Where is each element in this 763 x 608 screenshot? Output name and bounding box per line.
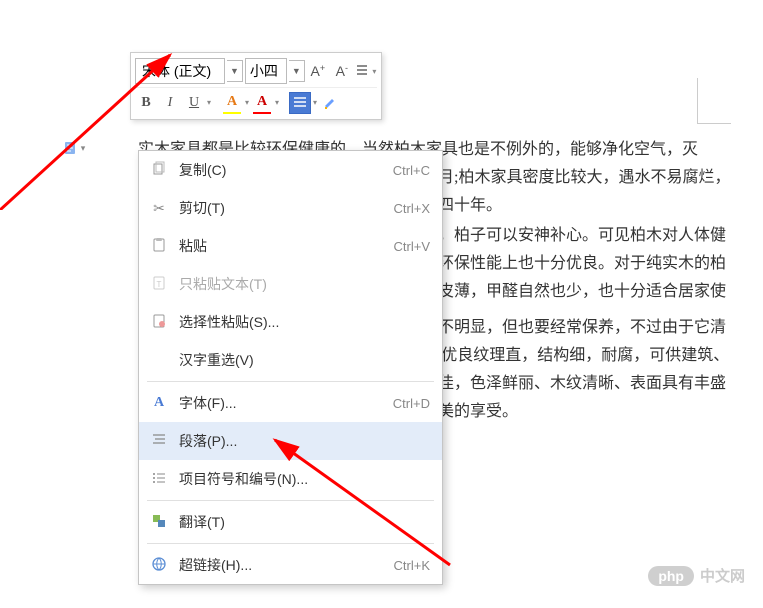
paste-special-icon xyxy=(151,313,167,332)
svg-text:T: T xyxy=(157,280,162,289)
line-spacing-button[interactable]: ▾ xyxy=(355,60,377,82)
doc-text: 皮薄，甲醛自然也少，也十分适合居家使 xyxy=(438,283,726,300)
doc-text: 四十年。 xyxy=(438,197,502,214)
paragraph-icon xyxy=(151,432,167,451)
menu-paste-special[interactable]: 选择性粘贴(S)... xyxy=(139,303,442,341)
copy-icon xyxy=(151,161,167,180)
cut-icon: ✂ xyxy=(153,200,165,217)
menu-label: 剪切(T) xyxy=(179,198,394,218)
menu-shortcut: Ctrl+C xyxy=(393,163,430,178)
bold-button[interactable]: B xyxy=(135,92,157,114)
menu-cut[interactable]: ✂ 剪切(T) Ctrl+X xyxy=(139,189,442,227)
menu-separator xyxy=(147,381,434,382)
doc-text: 不明显，但也要经常保养，不过由于它清 xyxy=(438,319,726,336)
context-menu: 复制(C) Ctrl+C ✂ 剪切(T) Ctrl+X 粘贴 Ctrl+V T … xyxy=(138,150,443,585)
watermark: php 中文网 xyxy=(648,565,745,586)
menu-paragraph[interactable]: 段落(P)... xyxy=(139,422,442,460)
translate-icon xyxy=(151,513,167,532)
format-painter-button[interactable] xyxy=(319,92,341,114)
font-size-dropdown-icon[interactable]: ▼ xyxy=(289,60,305,82)
highlight-color-button[interactable]: A xyxy=(223,92,241,114)
document-nav-icon[interactable]: ▾ xyxy=(60,136,88,160)
menu-separator xyxy=(147,500,434,501)
increase-font-button[interactable]: A+ xyxy=(307,60,329,82)
menu-label: 翻译(T) xyxy=(179,512,430,532)
watermark-text: 中文网 xyxy=(700,565,745,586)
doc-text: 环保性能上也十分优良。对于纯实木的柏 xyxy=(438,255,726,272)
justify-dropdown-icon[interactable]: ▾ xyxy=(313,98,317,107)
menu-shortcut: Ctrl+V xyxy=(394,239,430,254)
menu-label: 超链接(H)... xyxy=(179,555,394,575)
php-badge: php xyxy=(648,566,694,586)
menu-reselect-characters[interactable]: 汉字重选(V) xyxy=(139,341,442,379)
paste-text-icon: T xyxy=(151,275,167,294)
menu-copy[interactable]: 复制(C) Ctrl+C xyxy=(139,151,442,189)
menu-label: 复制(C) xyxy=(179,160,393,180)
mini-toolbar: 宋体 (正文) ▼ 小四 ▼ A+ A- ▾ B I U ▾ A ▾ A ▾ ▾ xyxy=(130,52,382,120)
menu-paste-text-only: T 只粘贴文本(T) xyxy=(139,265,442,303)
highlight-dropdown-icon[interactable]: ▾ xyxy=(245,98,249,107)
doc-text: 月;柏木家具密度比较大，遇水不易腐烂， xyxy=(438,169,730,186)
font-icon: A xyxy=(154,395,164,411)
hyperlink-icon xyxy=(151,556,167,575)
menu-label: 粘贴 xyxy=(179,236,394,256)
menu-translate[interactable]: 翻译(T) xyxy=(139,503,442,541)
document-nav-dropdown-icon: ▾ xyxy=(81,143,86,154)
menu-separator xyxy=(147,543,434,544)
menu-paste[interactable]: 粘贴 Ctrl+V xyxy=(139,227,442,265)
menu-label: 汉字重选(V) xyxy=(179,350,430,370)
doc-text: 佳，色泽鲜丽、木纹清晰、表面具有丰盛 xyxy=(438,375,726,392)
font-name-select[interactable]: 宋体 (正文) xyxy=(135,58,225,84)
menu-label: 段落(P)... xyxy=(179,431,430,451)
underline-dropdown-icon[interactable]: ▾ xyxy=(207,98,211,107)
decrease-font-button[interactable]: A- xyxy=(331,60,353,82)
italic-button[interactable]: I xyxy=(159,92,181,114)
menu-label: 只粘贴文本(T) xyxy=(179,274,430,294)
menu-label: 字体(F)... xyxy=(179,393,393,413)
bullets-icon xyxy=(151,470,167,489)
font-name-dropdown-icon[interactable]: ▼ xyxy=(227,60,243,82)
menu-shortcut: Ctrl+D xyxy=(393,396,430,411)
underline-button[interactable]: U xyxy=(183,92,205,114)
justify-button[interactable] xyxy=(289,92,311,114)
font-size-select[interactable]: 小四 xyxy=(245,58,287,84)
menu-hyperlink[interactable]: 超链接(H)... Ctrl+K xyxy=(139,546,442,584)
paste-icon xyxy=(151,237,167,256)
doc-text: 美的享受。 xyxy=(438,403,518,420)
font-color-dropdown-icon[interactable]: ▾ xyxy=(275,98,279,107)
doc-text: |优良纹理直，结构细，耐腐，可供建筑、 xyxy=(438,347,729,364)
menu-label: 选择性粘贴(S)... xyxy=(179,312,430,332)
ruler-right-edge xyxy=(697,78,731,124)
menu-font[interactable]: A 字体(F)... Ctrl+D xyxy=(139,384,442,422)
menu-shortcut: Ctrl+K xyxy=(394,558,430,573)
menu-shortcut: Ctrl+X xyxy=(394,201,430,216)
menu-bullets-numbering[interactable]: 项目符号和编号(N)... xyxy=(139,460,442,498)
doc-text: ，柏子可以安神补心。可见柏木对人体健 xyxy=(438,227,726,244)
font-color-button[interactable]: A xyxy=(253,92,271,114)
menu-label: 项目符号和编号(N)... xyxy=(179,469,430,489)
